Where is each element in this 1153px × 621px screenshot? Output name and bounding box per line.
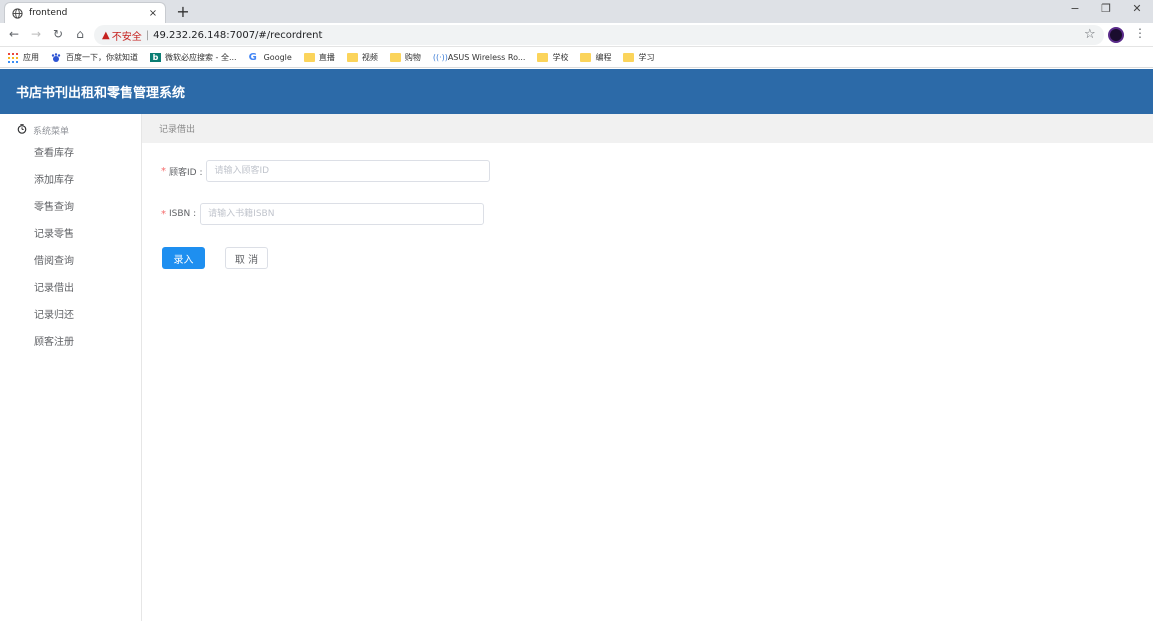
profile-avatar[interactable] [1108,27,1124,43]
bookmark-label: 微软必应搜索 - 全... [165,52,237,62]
omnibox-separator: | [145,29,150,41]
url-text[interactable]: 49.232.26.148:7007/#/recordrent [153,30,322,41]
bookmark-label: 视频 [361,52,378,62]
isbn-label: ISBN : [169,209,197,219]
sidebar-item-view-stock[interactable]: 查看库存 [34,144,74,159]
google-icon: G [248,51,257,63]
sidebar-item-record-retail[interactable]: 记录零售 [34,225,74,240]
folder-icon [346,52,358,62]
sidebar-menu-header-label: 系统菜单 [33,127,70,137]
bookmark-item[interactable]: 直播 [303,52,335,63]
omnibox[interactable]: ▲ 不安全 | 49.232.26.148:7007/#/recordrent [94,25,1104,45]
baidu-icon [51,52,62,62]
browser-tab-bar: frontend × + − ❐ ✕ [0,0,1153,23]
sidebar-item-borrow-query[interactable]: 借阅查询 [34,252,74,267]
bookmark-label: ASUS Wireless Ro... [447,52,526,62]
required-mark: * [161,165,166,177]
app-header: 书店书刊出租和零售管理系统 [0,69,1153,114]
bookmark-label: 百度一下，你就知道 [66,52,138,62]
bookmarks-bar: 应用 百度一下，你就知道 b 微软必应搜索 - 全... G Google 直播… [0,47,1153,68]
bookmark-item[interactable]: 购物 [389,52,421,63]
bookmark-label: 学校 [552,52,569,62]
cancel-button[interactable]: 取 消 [225,247,268,269]
folder-icon [389,52,401,62]
back-icon[interactable]: ← [6,26,22,42]
apps-grid-icon [8,52,19,63]
bookmark-item[interactable]: 视频 [346,52,378,63]
bookmark-item[interactable]: 百度一下，你就知道 [51,52,138,63]
sidebar-item-add-stock[interactable]: 添加库存 [34,171,74,186]
sidebar-item-record-return[interactable]: 记录归还 [34,306,74,321]
restore-icon[interactable]: ❐ [1097,2,1115,15]
globe-icon [11,7,23,19]
bookmark-item[interactable]: 学习 [623,52,654,63]
wireless-icon: ((·)) [432,52,448,62]
bookmark-star-icon[interactable]: ☆ [1084,27,1096,42]
bookmark-item[interactable]: 应用 [8,52,39,63]
minimize-icon[interactable]: − [1066,2,1084,15]
bookmark-item[interactable]: ((·)) ASUS Wireless Ro... [433,53,526,62]
timer-icon [17,124,27,137]
sidebar-item-record-borrow[interactable]: 记录借出 [34,279,74,294]
warning-icon[interactable]: ▲ [102,30,110,41]
sidebar-item-customer-register[interactable]: 顾客注册 [34,333,74,348]
browser-tab[interactable]: frontend × [4,2,166,23]
bookmark-label: 直播 [318,52,335,62]
window-close-icon[interactable]: ✕ [1128,2,1146,15]
customer-id-row: * 顾客ID : [161,160,491,182]
sidebar: 系统菜单 查看库存 添加库存 零售查询 记录零售 借阅查询 记录借出 记录归还 … [0,114,142,621]
submit-button[interactable]: 录入 [162,247,205,269]
sidebar-menu-header[interactable]: 系统菜单 [17,124,69,137]
isbn-row: * ISBN : [161,203,485,225]
customer-id-input[interactable] [206,160,491,182]
bookmark-label: 学习 [638,52,655,62]
bookmark-label: 编程 [595,52,612,62]
new-tab-button[interactable]: + [174,3,192,21]
address-toolbar: ← → ↻ ⌂ ▲ 不安全 | 49.232.26.148:7007/#/rec… [0,23,1153,47]
folder-icon [303,52,315,62]
folder-icon [580,52,592,62]
tab-close-icon[interactable]: × [147,8,159,19]
required-mark: * [161,208,166,220]
folder-icon [537,52,549,62]
bookmark-item[interactable]: b 微软必应搜索 - 全... [150,52,237,63]
breadcrumb-current: 记录借出 [159,125,196,135]
bookmark-item[interactable]: 学校 [537,52,568,63]
reload-icon[interactable]: ↻ [50,26,66,42]
bookmark-label: 应用 [23,52,39,62]
tab-title: frontend [29,8,68,18]
bookmark-item[interactable]: 编程 [580,52,611,63]
menu-kebab-icon[interactable]: ⋮ [1134,26,1146,40]
security-status[interactable]: 不安全 [112,28,142,43]
sidebar-item-retail-query[interactable]: 零售查询 [34,198,74,213]
folder-icon [623,52,635,62]
customer-id-label: 顾客ID : [169,167,203,178]
forward-icon[interactable]: → [28,26,44,42]
isbn-input[interactable] [200,203,485,225]
home-icon[interactable]: ⌂ [72,26,88,42]
bookmark-item[interactable]: G Google [248,51,292,63]
bing-icon: b [150,52,161,62]
breadcrumb: 记录借出 [142,114,1153,143]
bookmark-label: 购物 [404,52,421,62]
bookmark-label: Google [263,52,292,62]
app-title: 书店书刊出租和零售管理系统 [16,86,186,101]
